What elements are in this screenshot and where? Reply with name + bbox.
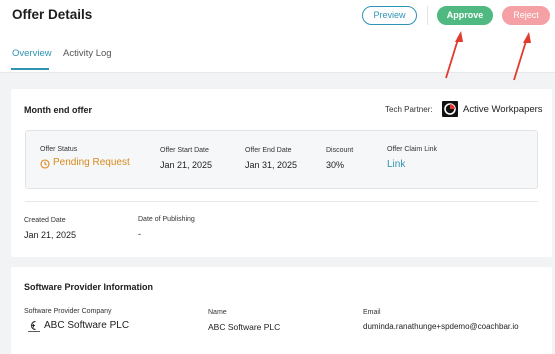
discount-value: 30% [326, 160, 345, 170]
provider-email-value: duminda.ranathunge+spdemo@coachbar.io [363, 322, 519, 331]
offer-summary-box: Offer Status Pending Request Offer Start… [25, 130, 538, 189]
offer-title: Month end offer [24, 105, 92, 115]
section-divider [25, 201, 538, 202]
tab-overview[interactable]: Overview [12, 48, 52, 59]
approve-button[interactable]: Approve [437, 6, 493, 25]
tab-activity-log[interactable]: Activity Log [63, 48, 112, 59]
company-logo-icon [28, 320, 40, 332]
offer-start-date-label: Offer Start Date [160, 147, 209, 154]
provider-email-label: Email [363, 309, 381, 316]
page-title: Offer Details [12, 7, 93, 22]
publishing-date-value: - [138, 229, 141, 239]
discount-label: Discount [326, 147, 354, 154]
software-provider-card: Software Provider Information Software P… [11, 267, 552, 354]
offer-status-label: Offer Status [40, 146, 78, 153]
preview-button[interactable]: Preview [362, 6, 417, 25]
software-provider-title: Software Provider Information [24, 282, 154, 292]
publishing-date-label: Date of Publishing [138, 216, 195, 223]
offer-end-date-label: Offer End Date [245, 147, 292, 154]
provider-name-value: ABC Software PLC [208, 322, 281, 332]
created-date-label: Created Date [24, 217, 66, 224]
clock-icon [40, 159, 50, 169]
reject-button[interactable]: Reject [502, 6, 550, 25]
tech-partner-logo-icon [442, 101, 458, 117]
provider-company-label: Software Provider Company [24, 308, 112, 315]
page-header: Offer Details Preview Approve Reject Ove… [0, 0, 555, 73]
tech-partner-name[interactable]: Active Workpapers [463, 104, 543, 115]
tech-partner-label: Tech Partner: [385, 105, 433, 114]
offer-end-date-value: Jan 31, 2025 [245, 160, 298, 170]
active-tab-indicator [11, 68, 49, 70]
provider-company-value: ABC Software PLC [44, 320, 130, 331]
provider-name-label: Name [208, 309, 227, 316]
offer-claim-link[interactable]: Link [387, 159, 405, 170]
offer-card: Month end offer Tech Partner: Active Wor… [11, 89, 552, 257]
offer-claim-link-label: Offer Claim Link [387, 146, 438, 153]
created-date-value: Jan 21, 2025 [24, 230, 77, 240]
offer-status-value: Pending Request [53, 157, 130, 168]
header-divider [427, 6, 428, 25]
offer-start-date-value: Jan 21, 2025 [160, 160, 213, 170]
